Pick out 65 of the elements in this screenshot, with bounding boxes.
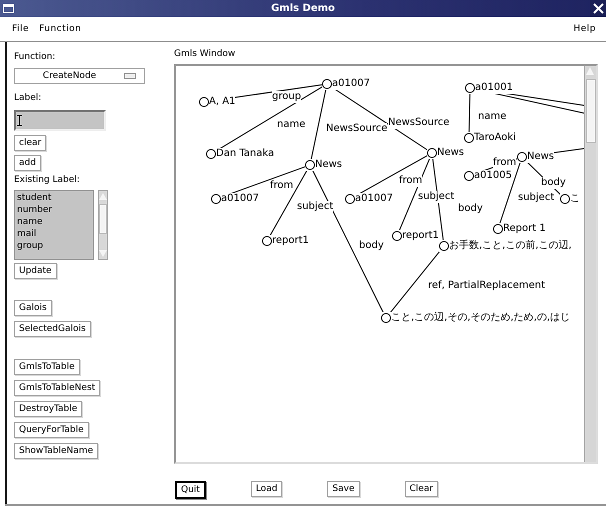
edge-label: ref, PartialReplacement <box>428 280 546 292</box>
field-label: Existing Label: <box>14 175 80 185</box>
arrow-up-icon[interactable] <box>99 192 107 201</box>
action-button[interactable]: add <box>14 155 41 171</box>
graph-node[interactable]: News <box>517 151 554 163</box>
list-item[interactable]: mail <box>17 228 91 240</box>
graph-node[interactable]: Dan Tanaka <box>206 148 274 160</box>
table-button[interactable]: QueryForTable <box>14 422 89 438</box>
graph-node[interactable]: a01007 <box>211 193 259 205</box>
function-dropdown[interactable]: CreateNode <box>14 68 145 84</box>
edge-label: body <box>359 240 384 252</box>
edge-label: from <box>493 157 516 169</box>
list-item[interactable]: student <box>17 192 91 204</box>
list-item[interactable]: group <box>17 240 91 252</box>
menu-item[interactable]: Function <box>39 24 82 34</box>
graph-node[interactable]: News <box>427 147 464 159</box>
graph-node[interactable]: こと,この辺,その,そのため,ため,の,はじ <box>381 312 570 324</box>
graph-node[interactable]: a01007 <box>345 193 393 205</box>
list-item[interactable]: name <box>17 216 91 228</box>
field-label: Function: <box>14 52 56 62</box>
edge-line <box>468 92 470 134</box>
edge-label: NewsSource <box>388 117 450 129</box>
table-button[interactable]: GmlsToTableNest <box>14 380 100 396</box>
label-input-field[interactable] <box>14 110 106 131</box>
edge-label: body <box>541 177 566 189</box>
galois-button[interactable]: SelectedGalois <box>14 321 91 337</box>
graph-node[interactable]: report1 <box>262 235 309 247</box>
arrow-down-icon[interactable] <box>99 249 107 258</box>
graph-node[interactable]: report1 <box>392 230 439 242</box>
edge-label: subject <box>418 191 454 203</box>
graph-node[interactable]: News <box>305 159 342 171</box>
toolbar-button[interactable]: Load <box>250 481 282 497</box>
window-title: Gmls Demo <box>271 3 335 14</box>
window-menu-icon[interactable] <box>3 4 14 13</box>
menu-item[interactable]: File <box>12 24 30 34</box>
action-button[interactable]: clear <box>14 135 46 151</box>
panel-title: Gmls Window <box>174 49 236 59</box>
table-button[interactable]: GmlsToTable <box>14 359 80 375</box>
toolbar-button[interactable]: Save <box>327 481 360 497</box>
edge-label: subject <box>297 201 334 213</box>
label-list[interactable]: student number name mail group <box>14 190 94 260</box>
graph-node[interactable]: お手数,こと,この前,この辺, <box>439 240 572 252</box>
graph-node[interactable]: Report 1 <box>493 223 546 235</box>
edge-label: subject <box>518 192 554 204</box>
graph-node[interactable]: a01007 <box>322 78 370 90</box>
table-button[interactable]: ShowTableName <box>14 443 98 459</box>
close-icon[interactable] <box>590 0 606 17</box>
graph-node[interactable]: a01001 <box>465 82 513 94</box>
galois-button[interactable]: Galois <box>14 300 52 316</box>
edge-label: from <box>399 175 422 187</box>
graph-node[interactable]: TaroAoki <box>464 132 516 144</box>
menu-item[interactable]: Help <box>573 24 596 34</box>
scrollbar[interactable] <box>584 66 596 462</box>
table-button[interactable]: DestroyTable <box>14 401 82 417</box>
graph-node[interactable]: a01005 <box>464 170 512 182</box>
graph-node[interactable]: A, A1 <box>199 96 236 108</box>
field-label: Label: <box>14 93 42 103</box>
edge-label: body <box>458 203 483 215</box>
list-item[interactable]: number <box>17 204 91 216</box>
toolbar-button[interactable]: Clear <box>404 481 438 497</box>
update-button[interactable]: Update <box>14 263 57 279</box>
scrollbar[interactable] <box>98 190 108 260</box>
toolbar-button[interactable]: Quit <box>175 481 206 499</box>
edge-label: group <box>272 91 302 103</box>
graph-node[interactable]: こ <box>560 193 580 205</box>
